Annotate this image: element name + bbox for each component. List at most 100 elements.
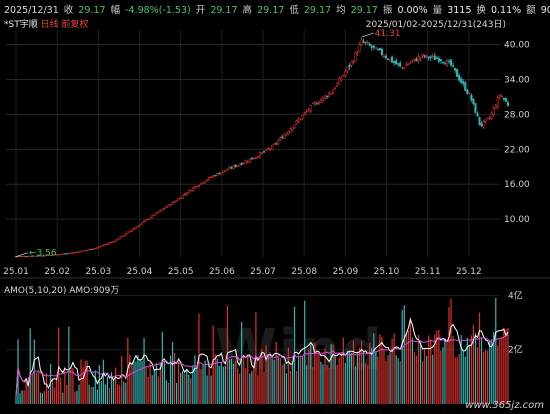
volume-bar	[222, 366, 224, 404]
volume-bar	[184, 373, 186, 404]
volume-bar	[480, 337, 483, 404]
candle-body	[340, 77, 343, 81]
volume-bar	[178, 361, 180, 404]
volume-bar	[194, 355, 196, 404]
volume-bar	[104, 384, 107, 404]
candle-body	[96, 247, 99, 249]
x-tick-label: 25.04	[127, 267, 153, 277]
volume-bar	[190, 378, 192, 404]
candle-body	[328, 92, 331, 97]
candle-body	[452, 65, 455, 67]
price-volume-chart[interactable]: 10.00 16.00 22.00 28.00 34.00 40.00 25.01 25.02…	[0, 0, 550, 414]
candle-body	[456, 68, 459, 77]
candle-body	[222, 170, 225, 174]
candle-body	[295, 120, 298, 124]
volume-bar	[468, 346, 470, 404]
volume-bar	[90, 387, 92, 404]
volume-bar	[35, 372, 37, 404]
volume-bar	[74, 391, 76, 404]
candle-body	[82, 250, 85, 252]
volume-bar	[157, 376, 159, 404]
candle-body	[413, 58, 416, 61]
candle-body	[476, 113, 479, 117]
volume-bar	[340, 353, 342, 404]
x-tick-label: 25.02	[44, 267, 70, 277]
volume-bar	[173, 353, 176, 404]
volume-bar	[204, 360, 206, 404]
candle-body	[138, 223, 142, 227]
candle-body	[120, 236, 123, 238]
volume-bar	[306, 365, 308, 404]
candle-body	[364, 41, 367, 44]
candle-body	[143, 220, 146, 223]
volume-bar	[389, 352, 391, 404]
volume-bar	[121, 356, 123, 404]
candle-body	[492, 107, 495, 115]
volume-bar	[214, 354, 216, 404]
volume-bar	[76, 390, 78, 404]
candle-body	[149, 217, 152, 220]
volume-bar	[358, 347, 361, 404]
candle-body	[352, 61, 355, 63]
volume-bar	[338, 357, 340, 404]
volume-bar	[442, 347, 444, 404]
candle-body	[423, 55, 426, 58]
volume-bar	[275, 341, 277, 404]
x-tick-label: 25.12	[456, 267, 482, 277]
candle-body	[112, 241, 115, 243]
volume-bar	[230, 358, 233, 404]
candle-body	[248, 158, 251, 163]
candle-body	[445, 60, 449, 67]
volume-bar	[367, 365, 369, 404]
volume-bar	[424, 349, 426, 404]
candle-body	[307, 109, 310, 111]
volume-bar	[302, 355, 304, 404]
volume-bar	[56, 377, 58, 404]
volume-bar	[377, 356, 379, 404]
candle-body	[336, 82, 339, 87]
candle-body	[124, 232, 127, 236]
candle-body	[389, 58, 392, 62]
candle-body	[197, 184, 201, 188]
volume-bar	[363, 350, 365, 404]
volume-bar	[232, 363, 235, 404]
volume-bar	[328, 368, 330, 404]
candle-body	[254, 156, 257, 159]
volume-bar	[397, 358, 399, 404]
candle-body	[246, 161, 249, 163]
candle-body	[323, 95, 327, 99]
volume-bar	[153, 369, 155, 404]
candle-body	[332, 89, 335, 94]
candle-body	[252, 158, 255, 160]
volume-bar	[58, 327, 60, 404]
volume-bar	[507, 328, 509, 404]
candle-body	[65, 253, 68, 255]
candle-body	[187, 189, 190, 193]
candle-body	[311, 103, 314, 105]
volume-bar	[37, 370, 39, 404]
candle-body	[289, 128, 292, 134]
volume-bar	[489, 340, 491, 404]
site-watermark: www.365jz.com	[465, 400, 544, 411]
candle-body	[421, 54, 424, 56]
volume-bar	[450, 298, 452, 404]
volume-bar	[308, 348, 310, 404]
candle-body	[317, 102, 320, 104]
candle-body	[199, 182, 203, 185]
candle-body	[401, 66, 404, 69]
candle-body	[161, 208, 164, 211]
volume-bar	[487, 350, 489, 404]
volume-bar	[247, 357, 249, 404]
candle-body	[415, 59, 418, 62]
volume-bar	[436, 330, 438, 404]
volume-tick-label: 2亿	[508, 344, 523, 356]
candle-body	[224, 170, 227, 172]
volume-bar	[115, 367, 117, 404]
volume-bar	[415, 355, 418, 404]
volume-bar	[342, 337, 344, 404]
x-tick-label: 25.05	[168, 267, 194, 277]
volume-bar	[269, 352, 271, 404]
candle-body	[417, 56, 420, 62]
candle-body	[437, 58, 440, 62]
volume-bar	[106, 376, 109, 404]
